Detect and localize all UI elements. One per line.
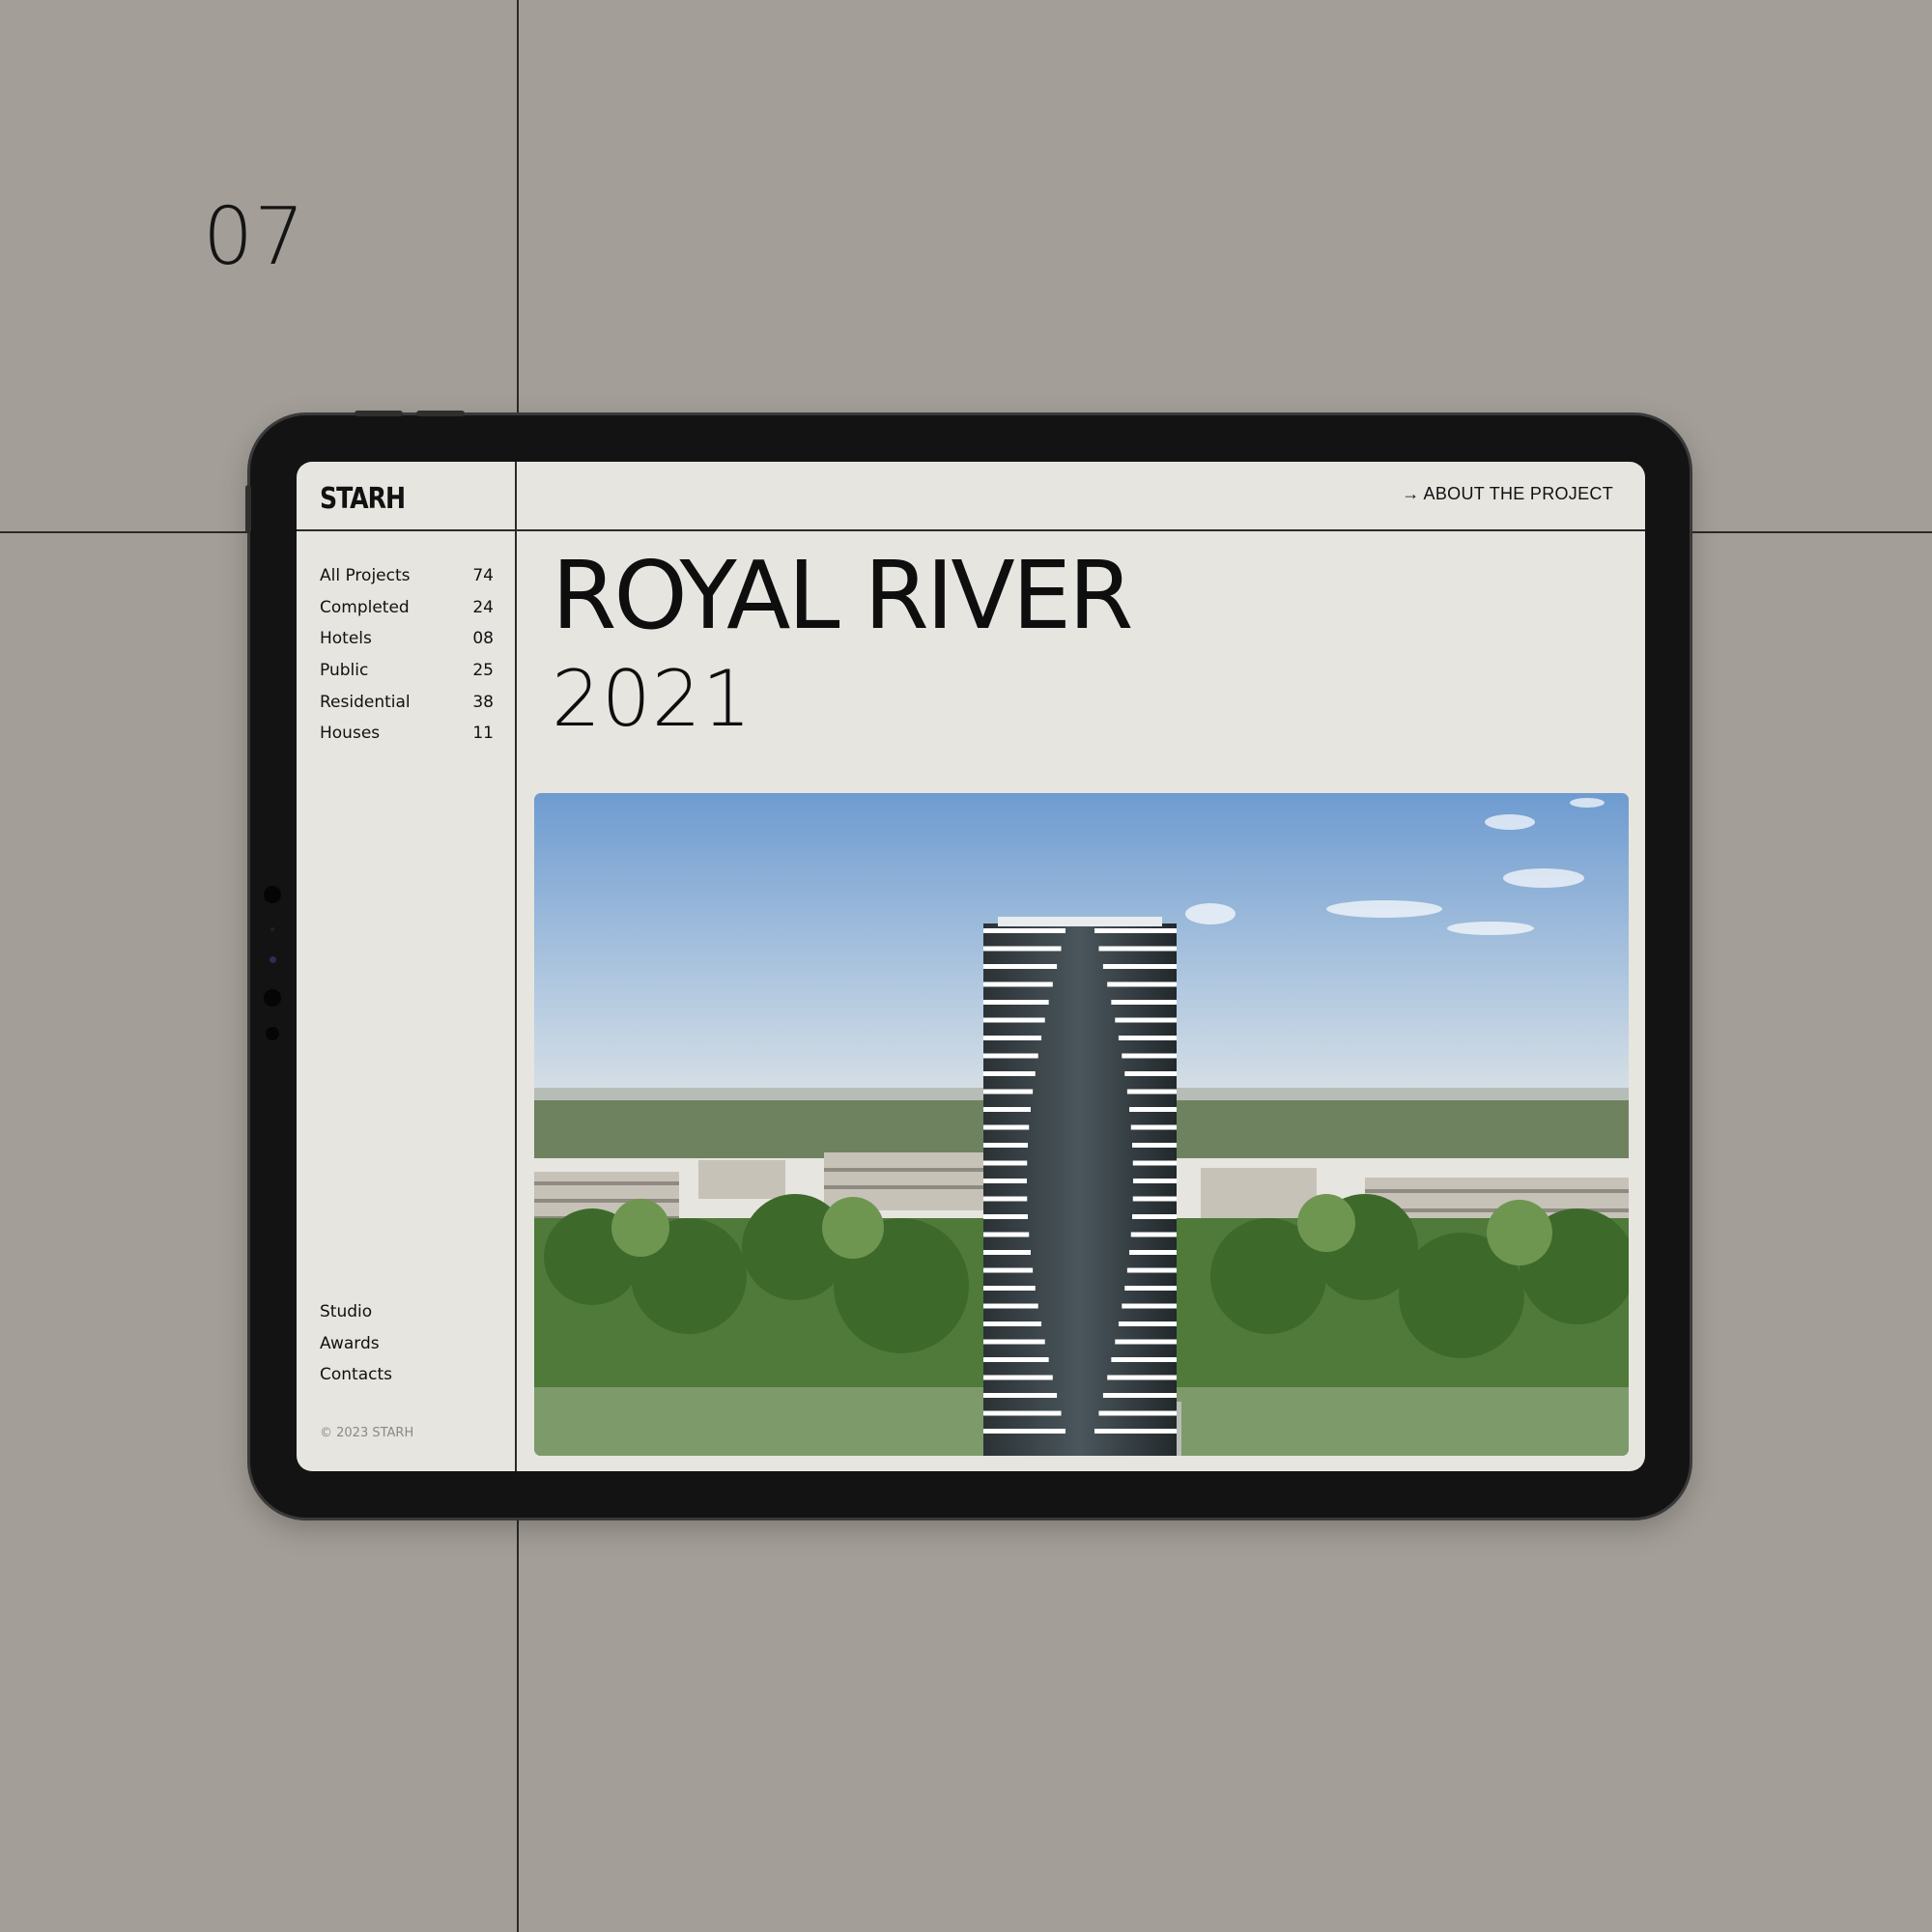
camera-icon xyxy=(270,956,276,963)
volume-button xyxy=(355,411,403,416)
category-count: 25 xyxy=(472,661,494,681)
slide-number: 07 xyxy=(203,191,306,283)
category-count: 08 xyxy=(472,629,494,649)
camera-lens-icon xyxy=(264,886,281,903)
about-project-link[interactable]: → ABOUT THE PROJECT xyxy=(1402,484,1613,504)
nav-link-studio[interactable]: Studio xyxy=(320,1302,392,1334)
tower-photo xyxy=(534,793,1629,1456)
project-hero-image[interactable] xyxy=(534,793,1629,1456)
footer-nav: Studio Awards Contacts xyxy=(320,1302,392,1397)
sensor-icon xyxy=(266,1027,279,1040)
category-item-completed[interactable]: Completed 24 xyxy=(320,592,494,624)
category-count: 11 xyxy=(472,724,494,744)
category-label: Public xyxy=(320,661,369,681)
power-button xyxy=(245,485,251,533)
tablet-device: STARH → ABOUT THE PROJECT All Projects 74… xyxy=(245,411,1690,1518)
category-count: 24 xyxy=(472,597,494,617)
category-label: All Projects xyxy=(320,566,411,586)
nav-link-awards[interactable]: Awards xyxy=(320,1334,392,1366)
copyright: © 2023 STARH xyxy=(320,1426,414,1440)
category-label: Houses xyxy=(320,724,381,744)
project-title: ROYAL RIVER xyxy=(552,541,1133,650)
category-item-all-projects[interactable]: All Projects 74 xyxy=(320,560,494,592)
category-item-residential[interactable]: Residential 38 xyxy=(320,686,494,718)
category-count: 74 xyxy=(472,566,494,586)
category-list: All Projects 74 Completed 24 Hotels 08 P… xyxy=(320,560,494,750)
category-item-hotels[interactable]: Hotels 08 xyxy=(320,623,494,655)
project-year: 2021 xyxy=(552,654,753,744)
sensor-icon xyxy=(264,989,281,1007)
arrow-right-icon: → xyxy=(1402,484,1420,503)
sidebar: All Projects 74 Completed 24 Hotels 08 P… xyxy=(297,462,517,1471)
volume-button xyxy=(416,411,465,416)
about-project-label: ABOUT THE PROJECT xyxy=(1423,484,1613,503)
category-label: Hotels xyxy=(320,629,372,649)
sensor-icon xyxy=(270,927,274,931)
category-count: 38 xyxy=(472,692,494,712)
website-screen: STARH → ABOUT THE PROJECT All Projects 74… xyxy=(297,462,1645,1471)
category-label: Completed xyxy=(320,597,410,617)
nav-link-contacts[interactable]: Contacts xyxy=(320,1365,392,1397)
category-item-public[interactable]: Public 25 xyxy=(320,655,494,687)
category-label: Residential xyxy=(320,692,411,712)
category-item-houses[interactable]: Houses 11 xyxy=(320,718,494,750)
